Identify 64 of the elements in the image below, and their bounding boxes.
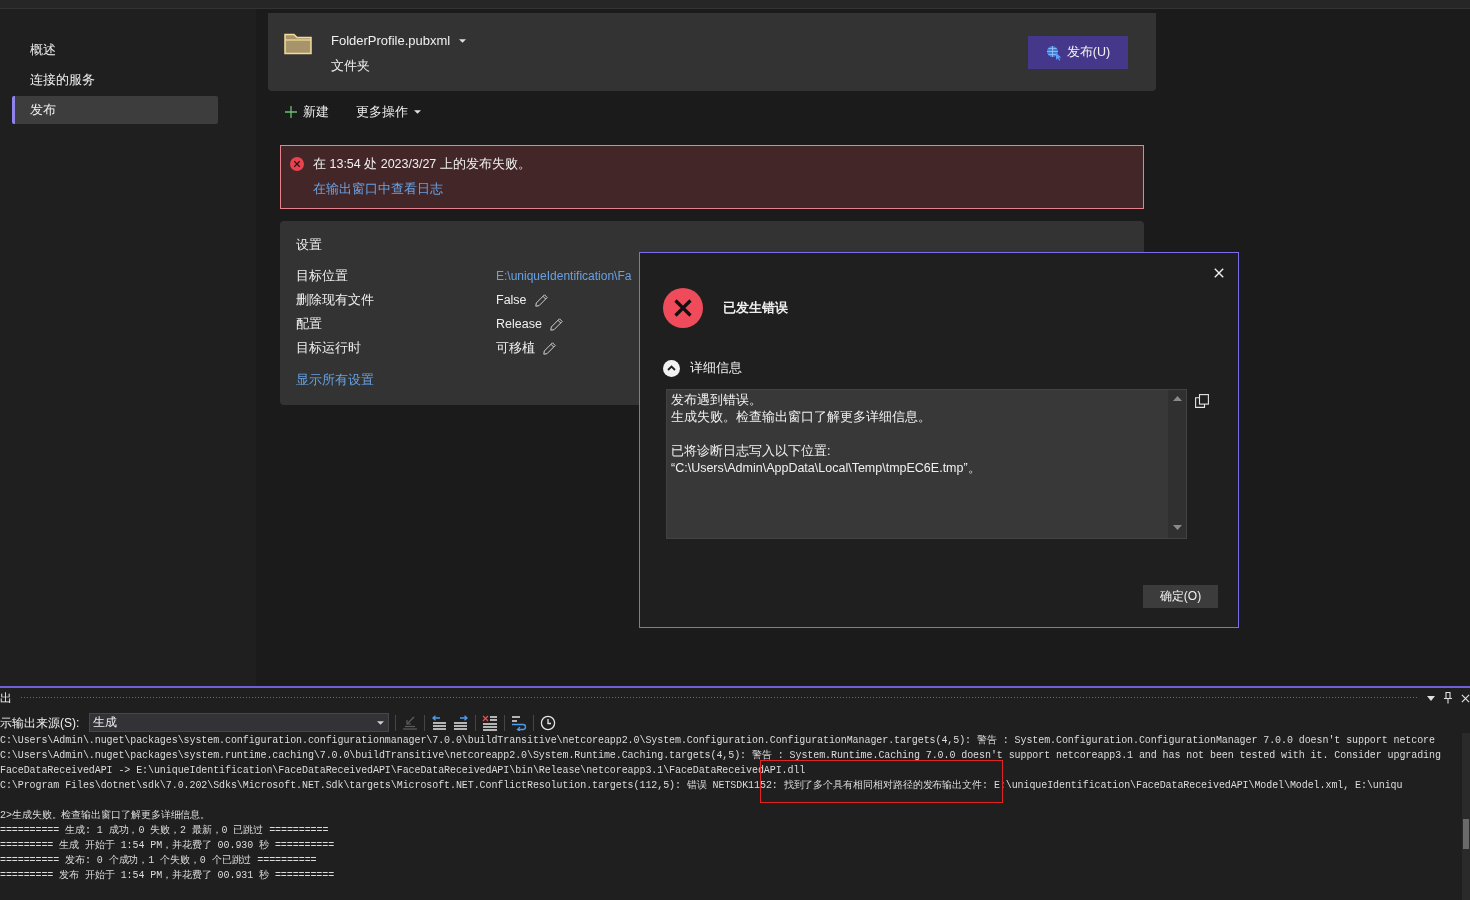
settings-title: 设置 [296,237,322,254]
folder-icon [284,32,312,55]
setting-label: 目标运行时 [296,340,362,357]
dialog-title: 已发生错误 [723,299,788,317]
sidebar-item[interactable]: 连接的服务 [12,66,218,94]
details-line: 发布遇到错误。 [671,392,762,409]
details-scrollbar[interactable] [1168,390,1186,538]
details-line: 生成失败。检查输出窗口了解更多详细信息。 [671,409,931,426]
clock-icon[interactable] [540,714,556,731]
error-message: 在 13:54 处 2023/3/27 上的发布失败。 [313,156,531,173]
output-line: ========= 发布 开始于 1:54 PM，并花费了 00.931 秒 ========== [0,868,335,883]
pin-icon[interactable] [1443,692,1453,704]
setting-value: Release [496,316,542,333]
source-label: 示输出来源(S): [0,714,81,732]
more-actions-button[interactable]: 更多操作 [356,102,421,122]
ok-button[interactable]: 确定(O) [1143,585,1218,608]
scroll-up-icon[interactable] [1172,396,1182,401]
publish-button[interactable]: 发布(U) [1028,36,1128,69]
details-expander[interactable]: 详细信息 [663,360,742,377]
pencil-icon[interactable] [543,341,556,355]
output-line: C:\Users\Admin\.nuget\packages\system.runtime.caching\7.0.0\buildTransitive\netcoreapp2.0\System.Runtime.Caching.targets(4,5): 警告 : System.Runtime.Caching 7.0.0 doesn't support netcoreapp3.1 and has not been tested with it. Consider upgrading [0,749,1441,763]
output-title: 出 [0,690,12,706]
scrollbar-thumb[interactable] [1463,819,1469,849]
caret-icon [377,720,384,725]
setting-label: 目标位置 [296,268,349,285]
error-icon [290,157,304,171]
globe-cursor-icon [1045,44,1062,61]
profile-type: 文件夹 [331,58,371,75]
output-scrollbar[interactable] [1462,733,1470,900]
sidebar-item[interactable]: 概述 [12,36,218,64]
word-wrap-icon[interactable] [511,714,527,731]
target-location-link[interactable]: E:\uniqueIdentification\Fa [496,267,632,285]
clear-all-icon[interactable] [482,714,498,731]
close-icon[interactable] [1461,693,1470,703]
error-icon [663,288,703,328]
output-line: C:\Users\Admin\.nuget\packages\system.configuration.configurationmanager\7.0.0\buildTransitive\netcoreapp2.0\System.Configuration.ConfigurationManager.targets(4,5): 警告 : System.Configuration.ConfigurationManager 7.0.0 doesn't support netcore [0,734,1435,748]
dropdown-caret-icon[interactable] [1427,695,1435,701]
details-line: “C:\Users\Admin\AppData\Local\Temp\tmpEC6E.tmp”。 [671,460,981,477]
copy-icon[interactable] [1195,394,1209,408]
setting-label: 删除现有文件 [296,292,375,309]
sidebar-item[interactable]: 发布 [12,96,218,124]
show-all-settings-link[interactable]: 显示所有设置 [296,371,374,389]
view-log-link[interactable]: 在输出窗口中查看日志 [313,180,443,198]
next-message-icon[interactable] [453,714,469,731]
plus-icon [285,106,297,118]
profile-dropdown[interactable]: FolderProfile.pubxml [331,32,467,50]
details-field[interactable]: 发布遇到错误。 生成失败。检查输出窗口了解更多详细信息。 已将诊断日志写入以下位置: “C:\Users\Admin\AppData\Local\Temp\tmpEC6E.tmp”。 [666,389,1187,539]
caret-icon [459,39,467,43]
source-dropdown[interactable]: 生成 [89,713,389,732]
output-line: ========= 生成 开始于 1:54 PM，并花费了 00.930 秒 ========== [0,838,335,853]
previous-message-icon[interactable] [431,714,447,731]
output-line: 2>生成失败。检查输出窗口了解更多详细信息。 [0,808,211,823]
pencil-icon[interactable] [549,317,563,331]
output-line: ========== 生成: 1 成功，0 失败，2 最新，0 已跳过 ========== [0,823,329,838]
caret-icon [414,110,421,114]
close-icon[interactable] [1214,268,1224,278]
pencil-icon[interactable] [534,293,548,307]
setting-value: False [496,292,527,309]
details-line: 已将诊断日志写入以下位置: [671,443,831,460]
setting-value: 可移植 [496,340,535,357]
new-button[interactable]: 新建 [285,102,329,122]
output-line: ========== 发布: 0 个成功，1 个失败，0 个已跳过 ========== [0,853,317,868]
setting-label: 配置 [296,316,323,333]
scroll-down-icon[interactable] [1172,525,1182,530]
